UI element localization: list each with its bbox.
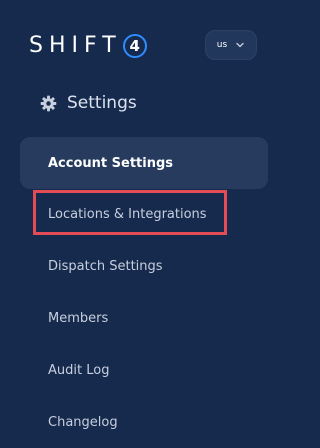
brand-name: SHIFT <box>29 33 122 58</box>
nav-item-locations-integrations[interactable]: Locations & Integrations <box>20 188 268 240</box>
locale-label: us <box>216 40 228 50</box>
nav-item-label: Dispatch Settings <box>48 258 163 274</box>
gear-icon <box>40 95 57 111</box>
brand-badge-icon: 4 <box>122 34 147 58</box>
chevron-down-icon <box>236 42 244 48</box>
settings-title: Settings <box>67 93 137 113</box>
nav-item-account-settings[interactable]: Account Settings <box>20 137 268 189</box>
nav-item-audit-log[interactable]: Audit Log <box>20 344 268 396</box>
settings-sidebar: SHIFT 4 us Settings Account Settings Loc… <box>0 0 289 448</box>
nav-item-label: Members <box>48 310 109 326</box>
nav-item-label: Audit Log <box>48 362 110 378</box>
nav-item-dispatch-settings[interactable]: Dispatch Settings <box>20 240 268 292</box>
nav-item-changelog[interactable]: Changelog <box>20 396 268 448</box>
locale-dropdown[interactable]: us <box>205 30 257 60</box>
nav-item-label: Account Settings <box>48 155 174 171</box>
nav-item-members[interactable]: Members <box>20 292 268 344</box>
settings-heading: Settings <box>40 88 137 118</box>
brand-logo[interactable]: SHIFT 4 <box>29 32 147 60</box>
nav-item-label: Locations & Integrations <box>48 206 207 222</box>
nav-item-label: Changelog <box>48 414 118 430</box>
brand-badge-text: 4 <box>129 36 140 55</box>
